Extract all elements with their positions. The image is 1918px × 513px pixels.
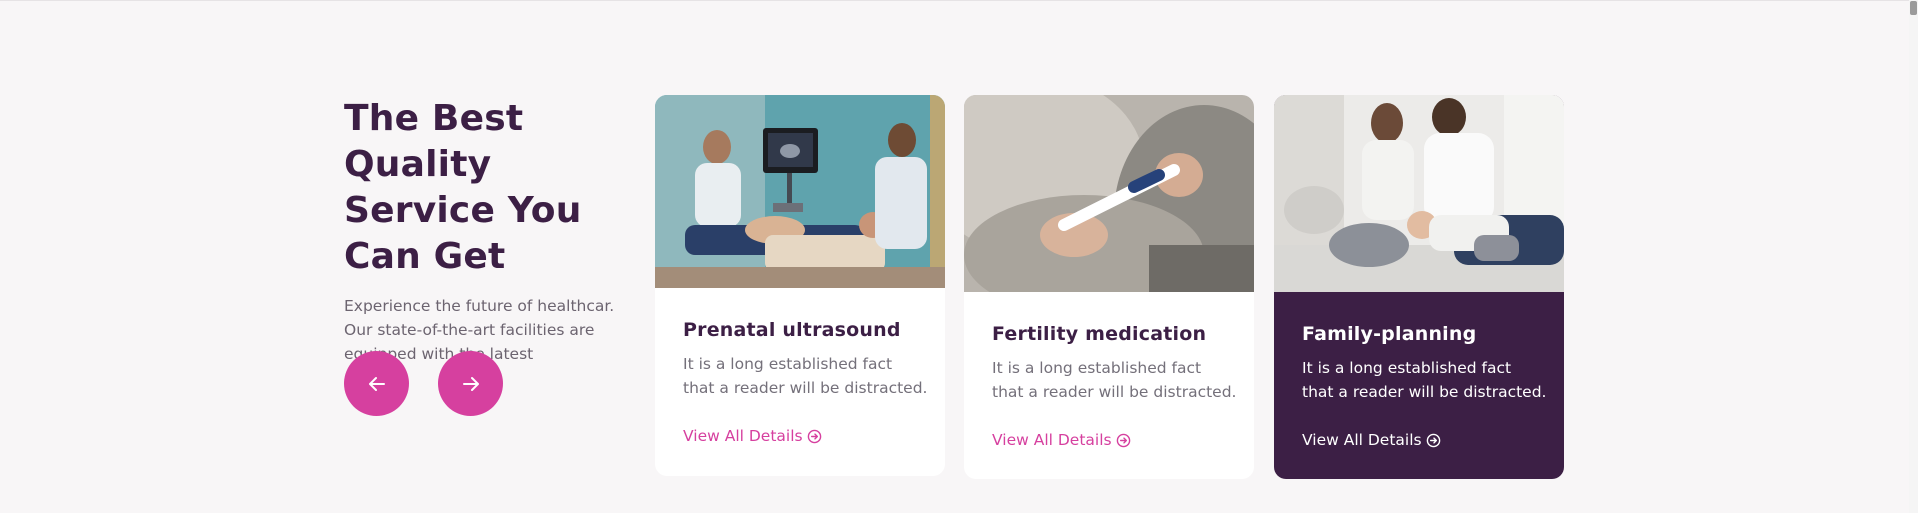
service-card-prenatal-ultrasound[interactable]: Prenatal ultrasound It is a long establi…: [655, 95, 945, 476]
card-text: It is a long established fact that a rea…: [1302, 359, 1547, 401]
arrow-circle-right-icon: [1426, 433, 1440, 447]
view-details-link[interactable]: View All Details: [992, 431, 1131, 449]
view-details-label: View All Details: [683, 427, 803, 445]
scrollbar-thumb[interactable]: [1910, 1, 1917, 15]
arrow-right-icon: [462, 376, 479, 391]
service-card-family-planning[interactable]: Family-planning It is a long established…: [1274, 95, 1564, 479]
view-details-label: View All Details: [992, 431, 1112, 449]
section-heading: The Best Quality Service You Can Get: [344, 98, 582, 277]
view-details-link[interactable]: View All Details: [1302, 431, 1441, 449]
arrow-circle-right-icon: [1116, 433, 1130, 447]
intro-block: The Best Quality Service You Can Get Exp…: [344, 96, 644, 366]
card-text: It is a long established fact that a rea…: [683, 355, 928, 397]
family-photo: [1274, 95, 1564, 292]
previous-button[interactable]: [344, 351, 409, 416]
arrow-left-icon: [368, 376, 385, 391]
card-title: Prenatal ultrasound: [683, 319, 901, 341]
ultrasound-scan-photo: [655, 95, 945, 288]
card-title: Family-planning: [1302, 323, 1477, 345]
pregnancy-test-photo: [964, 95, 1254, 292]
view-details-link[interactable]: View All Details: [683, 427, 822, 445]
card-text: It is a long established fact that a rea…: [992, 359, 1237, 401]
top-divider: [0, 0, 1918, 1]
vertical-scrollbar[interactable]: [1909, 0, 1918, 513]
view-details-label: View All Details: [1302, 431, 1422, 449]
next-button[interactable]: [438, 351, 503, 416]
arrow-circle-right-icon: [807, 429, 821, 443]
card-title: Fertility medication: [992, 323, 1207, 345]
service-card-fertility-medication[interactable]: Fertility medication It is a long establ…: [964, 95, 1254, 479]
